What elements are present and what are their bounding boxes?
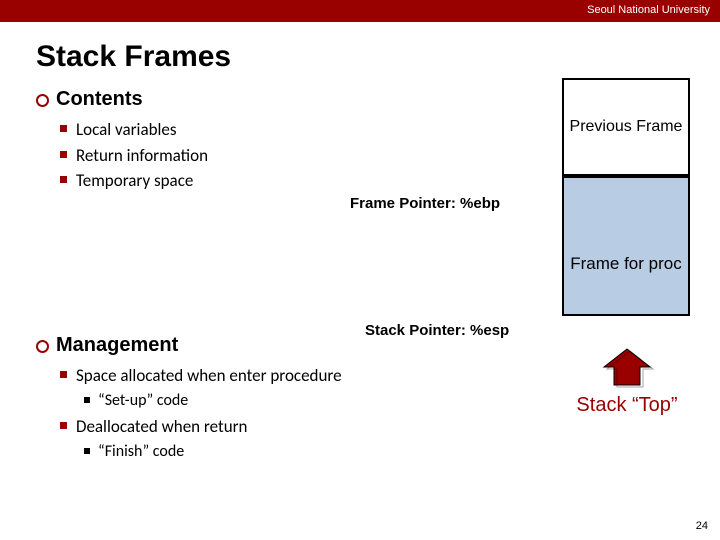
management-item: Space allocated when enter procedure <box>36 363 696 389</box>
management-sub-item: “Finish” code <box>36 439 696 465</box>
management-item: Deallocated when return <box>36 414 696 440</box>
previous-frame-label: Previous Frame <box>570 117 683 136</box>
frame-pointer-label: Frame Pointer: %ebp <box>350 195 500 212</box>
previous-frame-box: Previous Frame <box>562 78 690 176</box>
stack-pointer-label: Stack Pointer: %esp <box>365 322 509 339</box>
institution-label: Seoul National University <box>587 4 710 16</box>
slide-title: Stack Frames <box>36 40 720 74</box>
page-number: 24 <box>696 520 708 532</box>
header-bar: Seoul National University <box>0 0 720 22</box>
stack-top-arrow-icon <box>598 345 656 389</box>
current-frame-box <box>562 176 690 316</box>
stack-top-label: Stack “Top” <box>560 394 694 417</box>
frame-for-proc-label: Frame for proc <box>562 254 690 274</box>
stack-diagram: Previous Frame <box>562 78 690 316</box>
